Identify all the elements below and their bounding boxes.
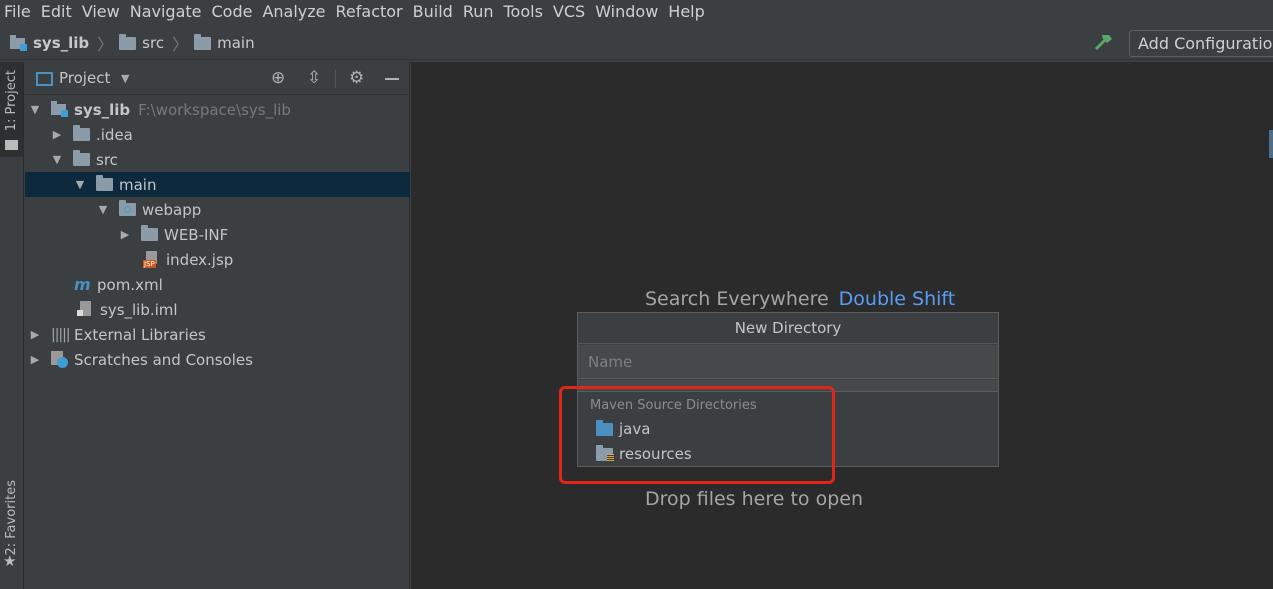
tree-item-webapp[interactable]: ▼ webapp [25, 197, 410, 222]
menu-file[interactable]: File [0, 0, 37, 24]
menu-help[interactable]: Help [664, 0, 710, 24]
maven-icon: m [74, 275, 91, 294]
menu-run[interactable]: Run [459, 0, 500, 24]
tree-item-pom-xml[interactable]: m pom.xml [25, 272, 410, 297]
folder-icon [119, 33, 137, 50]
breadcrumb-main[interactable]: main [194, 33, 255, 52]
jsp-file-icon: JSP [143, 251, 160, 268]
project-panel: Project ▼ ⊕ ⇳ ⚙ ▼ sys_lib F:\workspace\s… [25, 62, 410, 589]
tree-item-index-jsp[interactable]: JSP index.jsp [25, 247, 410, 272]
project-panel-header: Project ▼ ⊕ ⇳ ⚙ [25, 62, 410, 95]
tree-item-idea[interactable]: ▶ .idea [25, 122, 410, 147]
tree-item-label: WEB-INF [164, 225, 229, 244]
navigation-bar: sys_lib 〉 src 〉 main [0, 27, 1273, 60]
tree-item-sys-lib-iml[interactable]: sys_lib.iml [25, 297, 410, 322]
breadcrumb-main-label: main [217, 34, 255, 52]
module-path: F:\workspace\sys_lib [138, 100, 291, 119]
module-icon [10, 34, 27, 51]
tree-item-label: .idea [96, 125, 133, 144]
chevron-right-icon: 〉 [172, 35, 189, 54]
module-icon [51, 101, 68, 117]
expanded-arrow-icon: ▼ [30, 103, 40, 116]
menu-vcs[interactable]: VCS [549, 0, 591, 24]
tree-item-scratches[interactable]: ▶ Scratches and Consoles [25, 347, 410, 372]
project-tab-label: 1: Project [4, 70, 19, 132]
tree-item-external-libraries[interactable]: ▶ ||||| External Libraries [25, 322, 410, 347]
folder-icon [73, 150, 90, 166]
star-icon: ★ [3, 552, 17, 570]
collapsed-arrow-icon: ▶ [120, 228, 130, 241]
menu-tools[interactable]: Tools [500, 0, 549, 24]
breadcrumb-project-label: sys_lib [33, 34, 90, 52]
folder-icon [194, 33, 212, 50]
breadcrumb-src-label: src [142, 34, 165, 52]
search-everywhere-hint: Search Everywhere Double Shift [645, 288, 955, 310]
folder-icon [73, 125, 90, 141]
project-tool-tab[interactable]: 1: Project [0, 62, 23, 157]
library-icon: ||||| [51, 326, 71, 343]
favorites-tab-label: 2: Favorites [4, 480, 19, 556]
menu-navigate[interactable]: Navigate [126, 0, 208, 24]
expanded-arrow-icon: ▼ [52, 153, 62, 166]
tree-item-web-inf[interactable]: ▶ WEB-INF [25, 222, 410, 247]
tree-item-label: External Libraries [74, 325, 206, 344]
tree-item-main[interactable]: ▼ main [25, 172, 410, 197]
divider [335, 70, 336, 88]
expanded-arrow-icon: ▼ [75, 178, 85, 191]
scratches-icon [51, 351, 68, 368]
menu-code[interactable]: Code [208, 0, 259, 24]
folder-icon [96, 175, 113, 191]
collapsed-arrow-icon: ▶ [30, 353, 40, 366]
locate-file-icon[interactable]: ⊕ [271, 68, 285, 88]
menu-build[interactable]: Build [409, 0, 459, 24]
favorites-tool-tab[interactable]: 2: Favorites ★ [0, 478, 23, 573]
menu-refactor[interactable]: Refactor [332, 0, 409, 24]
directory-name-input[interactable] [578, 345, 998, 379]
project-view-icon [36, 72, 53, 86]
search-hint-text: Search Everywhere [645, 288, 829, 310]
folder-icon [141, 225, 158, 241]
breadcrumb-project[interactable]: sys_lib 〉 [10, 31, 119, 55]
expanded-arrow-icon: ▼ [98, 203, 108, 216]
tree-item-label: main [119, 175, 157, 194]
gear-icon[interactable]: ⚙ [349, 68, 364, 88]
build-hammer-icon[interactable] [1094, 33, 1114, 56]
collapse-all-icon[interactable]: ⇳ [307, 68, 321, 88]
chevron-down-icon[interactable]: ▼ [121, 72, 129, 85]
tree-item-label: sys_lib [74, 100, 131, 119]
drop-files-hint: Drop files here to open [645, 488, 864, 510]
tree-item-label: sys_lib.iml [100, 300, 178, 319]
tree-item-label: Scratches and Consoles [74, 350, 253, 369]
web-folder-icon [119, 200, 136, 216]
minimize-icon[interactable] [385, 78, 399, 80]
menu-view[interactable]: View [78, 0, 126, 24]
folder-icon [5, 140, 18, 150]
menu-window[interactable]: Window [591, 0, 664, 24]
menu-analyze[interactable]: Analyze [258, 0, 331, 24]
highlight-annotation-box [559, 386, 835, 484]
tree-item-label: src [96, 150, 118, 169]
menu-edit[interactable]: Edit [37, 0, 78, 24]
breadcrumb-src[interactable]: src 〉 [119, 31, 194, 55]
tree-item-label: pom.xml [97, 275, 163, 294]
tree-item-label: webapp [142, 200, 202, 219]
dialog-title: New Directory [578, 313, 998, 344]
add-configuration-button[interactable]: Add Configuration... [1129, 30, 1273, 57]
right-scroll-marker [1269, 130, 1273, 158]
menu-bar: File Edit View Navigate Code Analyze Ref… [0, 0, 1273, 24]
project-view-selector[interactable]: Project [59, 69, 110, 87]
search-shortcut: Double Shift [838, 288, 956, 310]
chevron-right-icon: 〉 [97, 35, 114, 54]
collapsed-arrow-icon: ▶ [30, 328, 40, 341]
collapsed-arrow-icon: ▶ [52, 128, 62, 141]
iml-file-icon [77, 301, 94, 318]
tree-item-label: index.jsp [166, 250, 234, 269]
tree-item-sys-lib[interactable]: ▼ sys_lib F:\workspace\sys_lib [25, 97, 410, 122]
tree-item-src[interactable]: ▼ src [25, 147, 410, 172]
